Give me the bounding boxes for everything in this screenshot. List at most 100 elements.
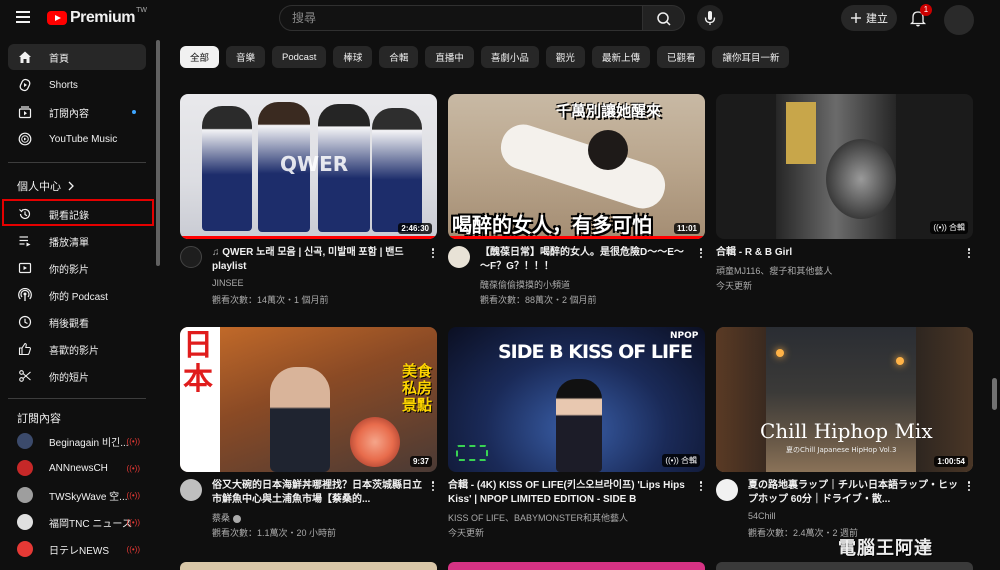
sidebar-channel-ntvnews[interactable]: 日テレNEWS ((•)) xyxy=(8,536,146,562)
sidebar-item-your-videos[interactable]: 你的影片 xyxy=(8,255,146,281)
video-thumbnail[interactable] xyxy=(180,562,437,570)
chip-comedy[interactable]: 喜劇小品 xyxy=(480,46,539,68)
hamburger-menu-icon[interactable] xyxy=(16,11,30,23)
video-thumbnail[interactable]: SIDE B KISS OF LIFE NPOP ((•)) 合輯 xyxy=(448,327,705,472)
thumbnail-figure xyxy=(456,445,488,461)
video-title[interactable]: 夏の路地裏ラップ｜チルい日本語ラップ・ヒップホップ 60分｜ドライブ・散... xyxy=(748,479,960,507)
sidebar-divider xyxy=(8,162,146,163)
chip-new-to-you[interactable]: 讓你耳目一新 xyxy=(712,46,790,68)
more-options-icon[interactable] xyxy=(964,246,974,260)
podcast-icon xyxy=(17,287,33,303)
more-options-icon[interactable] xyxy=(428,479,438,493)
video-thumbnail[interactable]: QWER 2:46:30 xyxy=(180,94,437,239)
thumbnail-overlay-text: SIDE B KISS OF LIFE xyxy=(498,341,693,363)
sidebar-item-watch-later[interactable]: 稍後觀看 xyxy=(8,309,146,335)
shorts-icon xyxy=(17,77,33,93)
video-title[interactable]: 合輯 - R & B Girl xyxy=(716,246,960,260)
video-duration: 11:01 xyxy=(673,223,700,234)
page-scrollbar[interactable] xyxy=(992,378,997,410)
channel-name[interactable]: 醜葆偷偷摸摸的小頻道 xyxy=(480,278,570,291)
mix-icon: ((•)) xyxy=(665,456,681,465)
channel-name[interactable]: 頑童MJ116、瘦子和其他藝人 xyxy=(716,264,832,277)
sidebar-item-liked-videos[interactable]: 喜歡的影片 xyxy=(8,336,146,362)
chip-baseball[interactable]: 棒球 xyxy=(333,46,373,68)
sidebar-item-your-clips[interactable]: 你的短片 xyxy=(8,363,146,389)
video-title[interactable]: 俗又大碗的日本海鮮丼哪裡找？日本茨城縣日立市鮮魚中心與土浦魚市場【蔡桑的... xyxy=(212,479,424,507)
sidebar-channel-tnc[interactable]: 福岡TNC ニュース ((•)) xyxy=(8,509,146,535)
watch-later-icon xyxy=(17,314,33,330)
chip-recently-uploaded[interactable]: 最新上傳 xyxy=(591,46,650,68)
channel-avatar[interactable] xyxy=(180,246,202,268)
scissors-icon xyxy=(17,368,33,384)
sidebar-item-your-podcasts[interactable]: 你的 Podcast xyxy=(8,282,146,308)
search-input[interactable] xyxy=(279,5,643,31)
more-options-icon[interactable] xyxy=(696,479,706,493)
video-thumbnail[interactable] xyxy=(448,562,705,570)
video-thumbnail[interactable]: ((•)) 合輯 xyxy=(716,94,973,239)
video-title[interactable]: 合輯 - (4K) KISS OF LIFE(키스오브라이프) 'Lips Hi… xyxy=(448,479,692,507)
sidebar-item-playlists[interactable]: 播放清單 xyxy=(8,228,146,254)
search-button[interactable] xyxy=(643,5,685,31)
channel-name[interactable]: 54Chill xyxy=(748,511,776,521)
youtube-premium-logo[interactable]: Premium TW xyxy=(47,7,147,27)
more-options-icon[interactable] xyxy=(428,246,438,260)
sidebar-item-shorts[interactable]: Shorts xyxy=(8,72,146,98)
channel-avatar[interactable] xyxy=(448,246,470,268)
voice-search-button[interactable] xyxy=(697,5,723,31)
channel-avatar xyxy=(17,541,33,557)
video-thumbnail[interactable]: 日本 美食私房景點 9:37 xyxy=(180,327,437,472)
chip-tourism[interactable]: 觀光 xyxy=(545,46,585,68)
youtube-play-icon xyxy=(47,11,67,25)
mix-badge: ((•)) 合輯 xyxy=(662,454,700,467)
thumbnail-overlay-text: Chill Hiphop Mix xyxy=(760,419,933,443)
chip-music[interactable]: 音樂 xyxy=(226,46,266,68)
notification-badge: 1 xyxy=(920,4,932,16)
chip-watched[interactable]: 已觀看 xyxy=(656,46,706,68)
video-meta: 觀看次數：14萬次・1 個月前 xyxy=(212,295,329,305)
channel-name[interactable]: 蔡桑 xyxy=(212,511,241,524)
video-thumbnail[interactable] xyxy=(716,562,973,570)
video-title[interactable]: ♫ QWER 노래 모음 | 신곡, 미발매 포함 | 밴드 playlist xyxy=(212,246,424,274)
video-card: 日本 美食私房景點 9:37 俗又大碗的日本海鮮丼哪裡找？日本茨城縣日立市鮮魚中… xyxy=(180,327,438,542)
chip-all[interactable]: 全部 xyxy=(180,46,220,68)
channel-avatar[interactable] xyxy=(716,479,738,501)
thumbnail-figure xyxy=(556,379,602,472)
npop-logo: NPOP xyxy=(670,331,699,341)
more-options-icon[interactable] xyxy=(696,246,706,260)
highlight-box xyxy=(2,199,154,226)
sidebar-channel-annnewsch[interactable]: ANNnewsCH ((•)) xyxy=(8,455,146,481)
search-icon xyxy=(657,12,671,26)
notifications-button[interactable]: 1 xyxy=(906,4,932,30)
channel-name[interactable]: KISS OF LIFE、BABYMONSTER和其他藝人 xyxy=(448,511,628,524)
thumbnail-figure xyxy=(716,327,766,472)
thumbnail-figure xyxy=(916,327,973,472)
account-avatar[interactable] xyxy=(944,5,974,35)
thumbnail-figure xyxy=(588,130,628,170)
sidebar-channel-twskywave[interactable]: TWSkyWave 空... ((•)) xyxy=(8,482,146,508)
channel-name[interactable]: JINSEE xyxy=(212,278,244,288)
sidebar-channel-beginagain[interactable]: Beginagain 비긴... ((•)) xyxy=(8,428,146,454)
chip-podcast[interactable]: Podcast xyxy=(272,46,327,68)
video-meta: 今天更新 xyxy=(448,528,485,538)
thumbnail-overlay-text: 千萬別讓她醒來 xyxy=(556,102,662,120)
sidebar-item-home[interactable]: 首頁 xyxy=(8,44,146,70)
video-thumbnail[interactable]: Chill Hiphop Mix 夏のChill Japanese HipHop… xyxy=(716,327,973,472)
live-icon: ((•)) xyxy=(126,436,140,446)
chip-live[interactable]: 直播中 xyxy=(425,46,474,68)
channel-avatar[interactable] xyxy=(180,479,202,501)
video-thumbnail[interactable]: 千萬別讓她醒來 喝醉的女人，有多可怕 11:01 xyxy=(448,94,705,239)
video-duration: 9:37 xyxy=(409,456,432,467)
live-icon: ((•)) xyxy=(126,490,140,500)
sidebar-heading-you[interactable]: 個人中心 xyxy=(17,178,75,194)
sidebar-scrollbar[interactable] xyxy=(156,40,160,266)
video-title[interactable]: 【醜葆日常】喝醉的女人。是很危險D～～E～～F？G？！！！ xyxy=(480,246,692,274)
sidebar-item-youtube-music[interactable]: YouTube Music xyxy=(8,126,146,152)
channel-avatar xyxy=(17,487,33,503)
sidebar-item-subscriptions[interactable]: 訂閱內容 xyxy=(8,99,146,125)
more-options-icon[interactable] xyxy=(964,479,974,493)
video-meta: 觀看次數：1.1萬次・20 小時前 xyxy=(212,528,337,538)
chip-mixes[interactable]: 合輯 xyxy=(379,46,419,68)
create-button[interactable]: 建立 xyxy=(841,5,897,31)
channel-avatar xyxy=(17,460,33,476)
playlists-icon xyxy=(17,233,33,249)
